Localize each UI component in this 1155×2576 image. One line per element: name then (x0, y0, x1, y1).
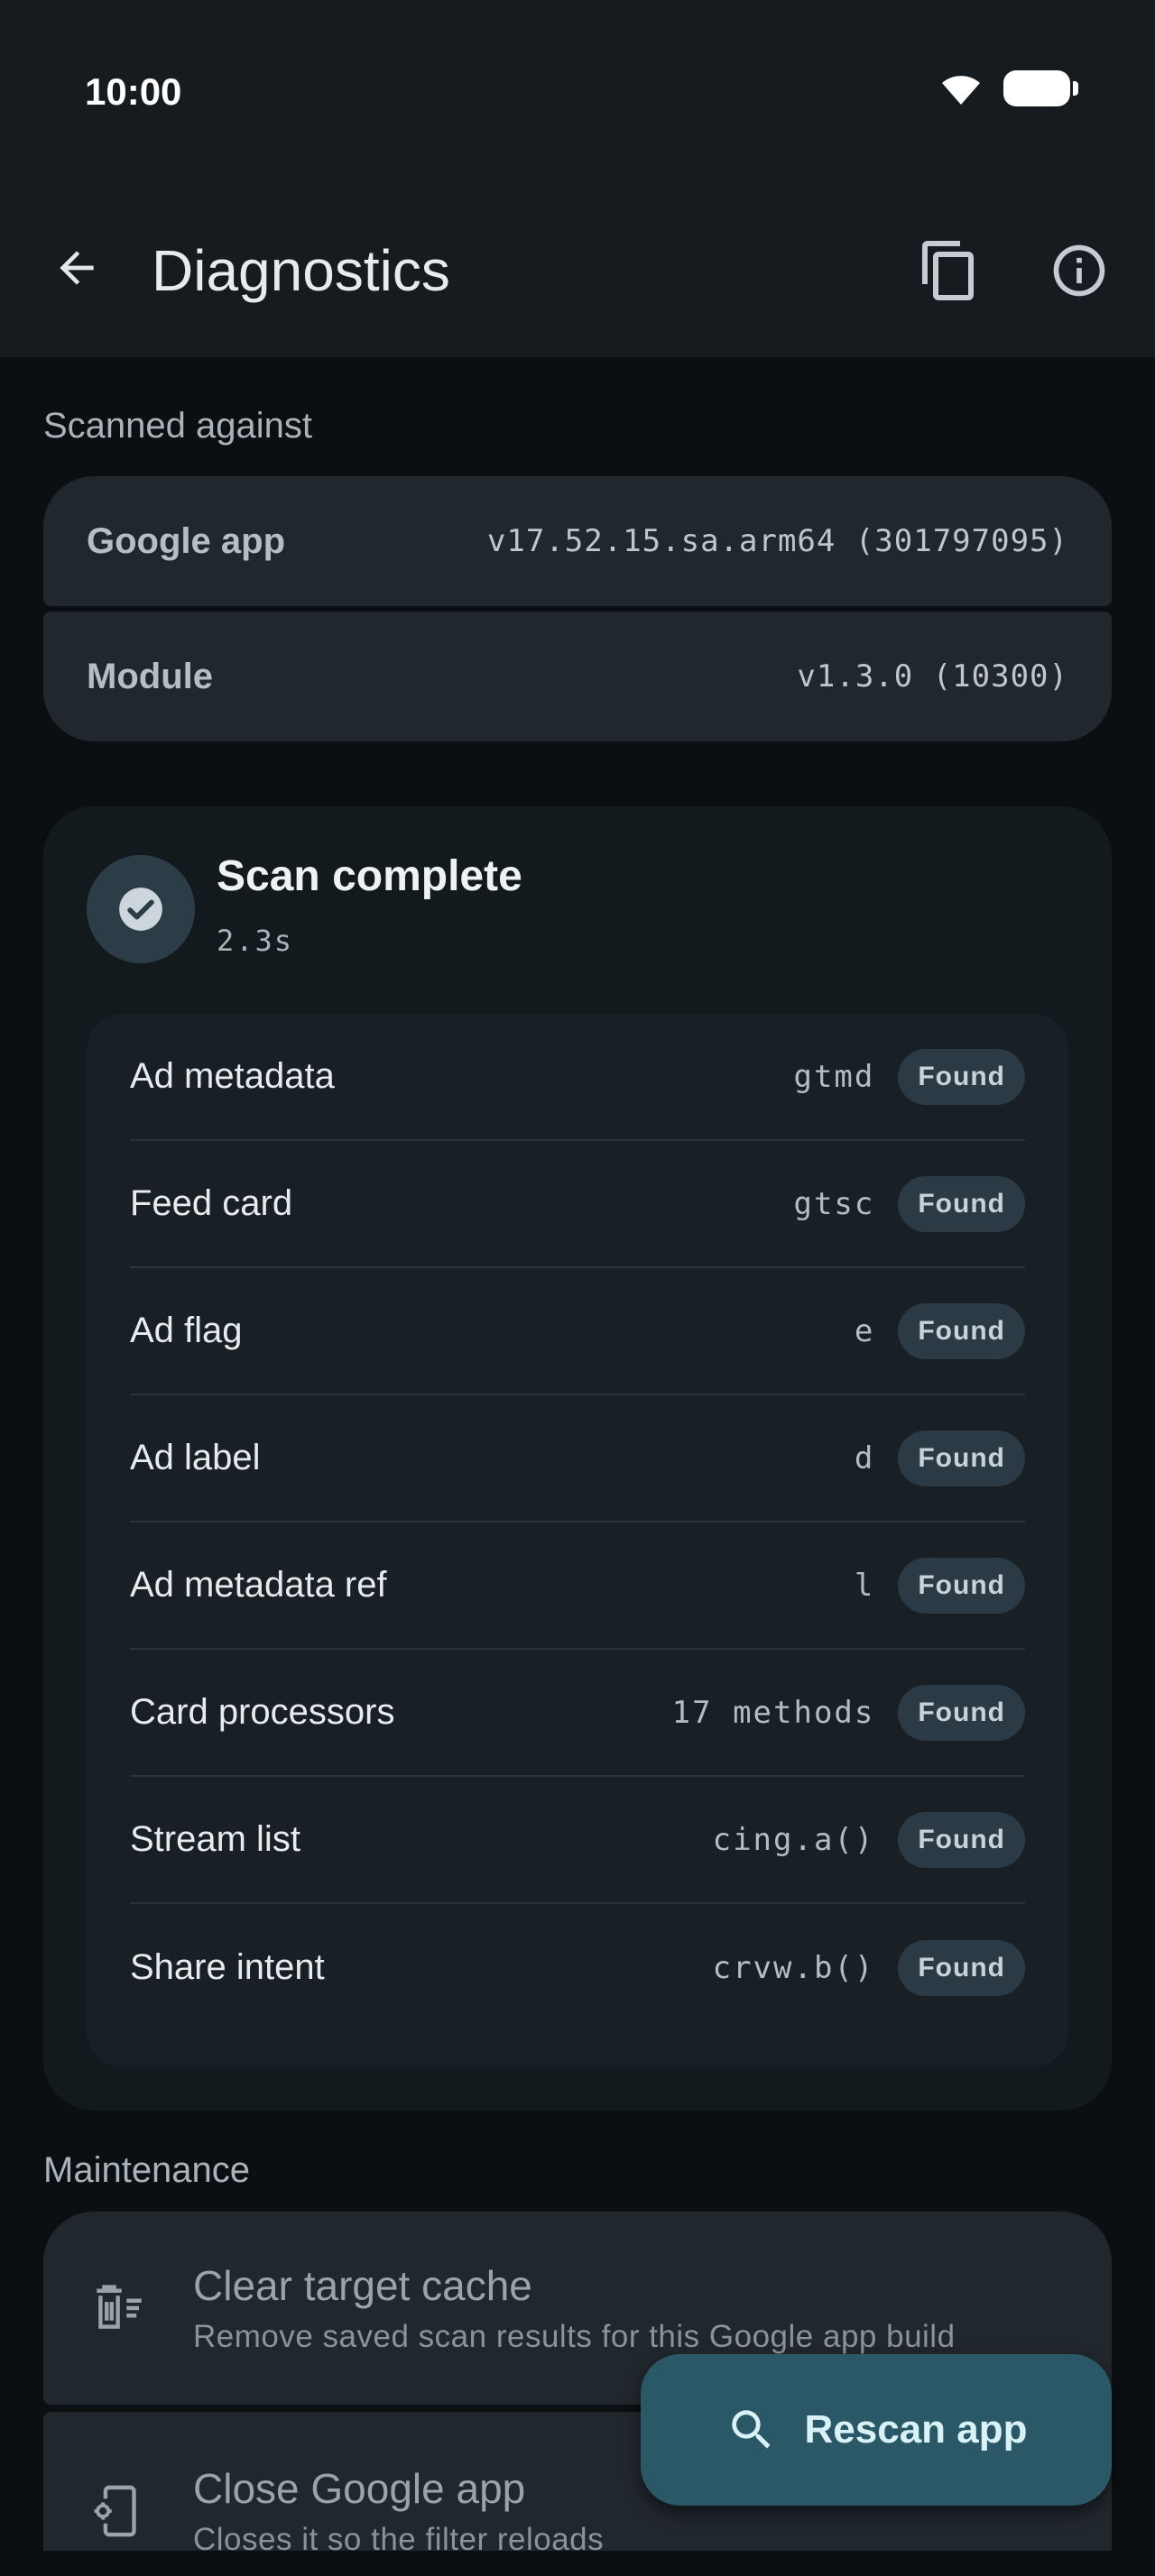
status-badge: Found (898, 1048, 1025, 1105)
scan-duration: 2.3s (217, 924, 294, 958)
scan-title: Scan complete (217, 852, 522, 900)
wifi-icon (942, 76, 980, 105)
status-badge: Found (898, 1684, 1025, 1741)
top-app-bar: 10:00 Diagnostics (0, 0, 1155, 357)
result-value: gtsc (793, 1185, 875, 1222)
list-item: Stream list cing.a() Found (130, 1777, 1025, 1904)
scan-result-card: Scan complete 2.3s Ad metadata gtmd Found… (43, 806, 1112, 2111)
check-circle (87, 855, 195, 963)
list-item: Feed card gtsc Found (130, 1141, 1025, 1268)
result-name: Card processors (130, 1692, 395, 1732)
status-badge: Found (898, 1557, 1025, 1614)
result-value: e (854, 1312, 875, 1349)
maintenance-title: Close Google app (193, 2465, 526, 2512)
copy-icon (922, 241, 974, 300)
result-value: cing.a() (712, 1821, 875, 1858)
back-arrow-icon (60, 251, 94, 285)
info-value: v17.52.15.sa.arm64 (301797095) (486, 523, 1068, 559)
info-row-module: Module v1.3.0 (10300) (43, 612, 1112, 741)
result-name: Feed card (130, 1183, 293, 1223)
section-label-scanned-against: Scanned against (43, 406, 313, 446)
status-time: 10:00 (85, 70, 182, 113)
result-value: d (854, 1440, 875, 1477)
check-icon (119, 888, 162, 931)
maintenance-title: Clear target cache (193, 2262, 532, 2309)
results-list: Ad metadata gtmd Found Feed card gtsc Foun… (87, 1014, 1068, 2067)
result-name: Ad metadata (130, 1056, 335, 1096)
result-value: 17 methods (671, 1694, 875, 1731)
result-value: l (854, 1567, 875, 1604)
info-key: Google app (87, 520, 285, 561)
close-app-icon (87, 2479, 152, 2544)
list-item: Card processors 17 methods Found (130, 1650, 1025, 1777)
info-value: v1.3.0 (10300) (797, 658, 1068, 695)
result-value: crvw.b() (712, 1949, 875, 1986)
copy-button[interactable] (913, 236, 985, 305)
list-item: Ad flag e Found (130, 1268, 1025, 1395)
info-key: Module (87, 656, 213, 696)
status-badge: Found (898, 1939, 1025, 1996)
page-title: Diagnostics (152, 238, 450, 303)
battery-icon (1003, 70, 1078, 106)
section-label-maintenance: Maintenance (43, 2150, 251, 2190)
status-badge: Found (898, 1302, 1025, 1359)
info-button[interactable] (1043, 236, 1115, 305)
list-item: Share intent crvw.b() Found (130, 1904, 1025, 2031)
info-row-google-app: Google app v17.52.15.sa.arm64 (301797095… (43, 476, 1112, 606)
status-badge: Found (898, 1811, 1025, 1868)
back-button[interactable] (45, 236, 108, 299)
info-icon (1053, 244, 1105, 297)
list-item: Ad metadata gtmd Found (130, 1014, 1025, 1141)
result-name: Ad metadata ref (130, 1565, 387, 1605)
result-name: Share intent (130, 1947, 325, 1987)
fab-label: Rescan app (804, 2407, 1028, 2452)
maintenance-description: Remove saved scan results for this Googl… (193, 2319, 956, 2354)
list-item: Ad label d Found (130, 1395, 1025, 1523)
result-name: Ad label (130, 1438, 261, 1477)
status-badge: Found (898, 1430, 1025, 1486)
clear-cache-icon (87, 2276, 152, 2341)
result-name: Stream list (130, 1819, 300, 1859)
rescan-app-button[interactable]: Rescan app (641, 2354, 1112, 2506)
result-name: Ad flag (130, 1311, 243, 1350)
bottom-edge (0, 2551, 1155, 2576)
list-item: Ad metadata ref l Found (130, 1523, 1025, 1650)
result-value: gtmd (793, 1058, 875, 1095)
status-icons (938, 70, 1078, 106)
search-icon (731, 2410, 771, 2449)
status-badge: Found (898, 1175, 1025, 1232)
